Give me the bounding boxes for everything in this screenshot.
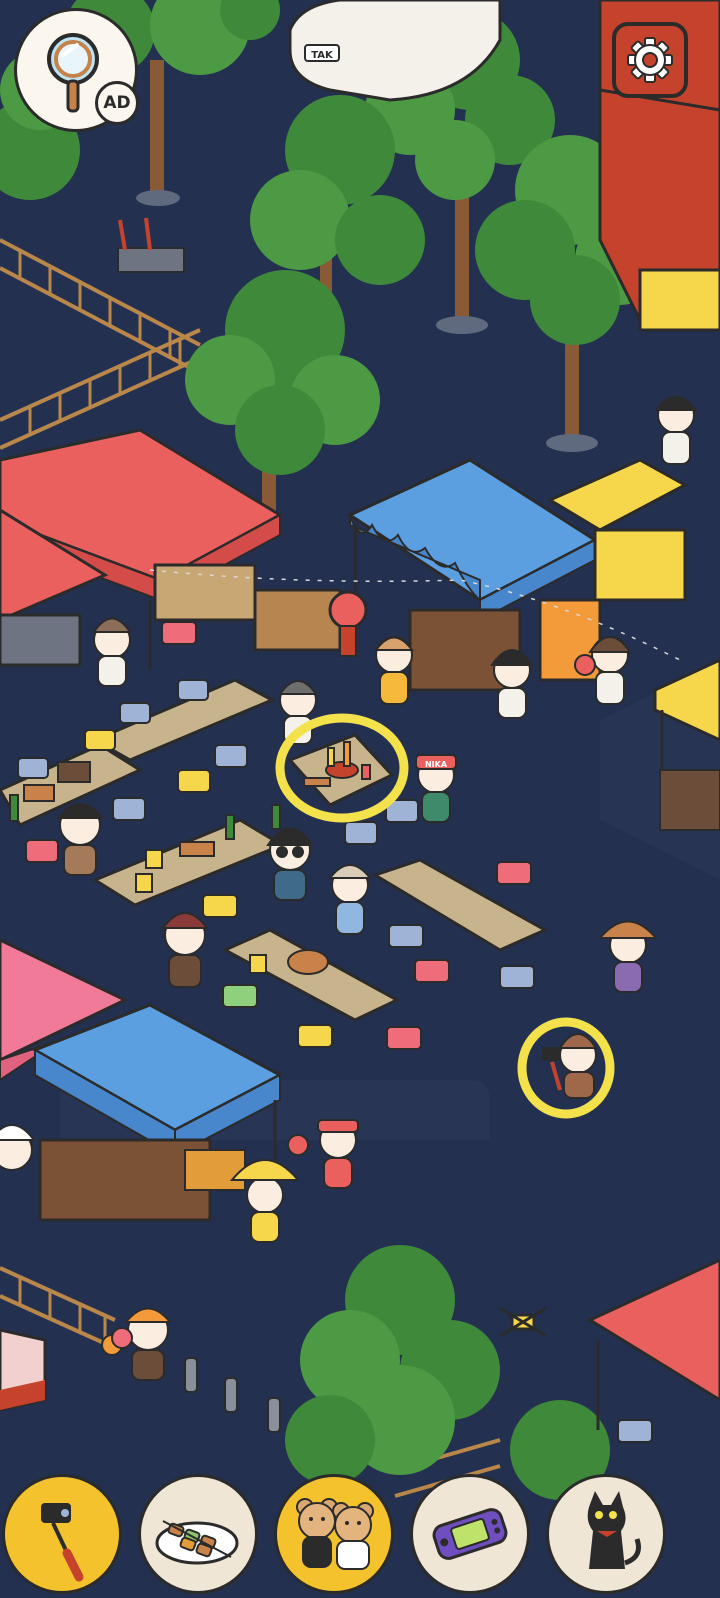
item-slot-black-cat[interactable] — [546, 1474, 666, 1594]
night-market-scene[interactable]: TAK NIKA — [0, 0, 720, 1598]
item-slot-teddy-bears[interactable] — [274, 1474, 394, 1594]
item-tray — [0, 1456, 720, 1598]
person — [266, 827, 314, 901]
ad-badge: AD — [95, 81, 139, 125]
item-slot-grilled-skewers[interactable] — [138, 1474, 258, 1594]
grill-counter — [0, 613, 82, 667]
wooden-crate-stall — [253, 588, 342, 652]
person — [92, 617, 132, 687]
game-screen: TAK NIKA AD — [0, 0, 720, 1598]
grilled-skewers-icon — [155, 1520, 239, 1565]
item-slot-handheld-console[interactable] — [410, 1474, 530, 1594]
hint-button[interactable]: AD — [14, 8, 139, 132]
person — [558, 1033, 598, 1099]
settings-button[interactable] — [612, 22, 688, 98]
person — [123, 1307, 173, 1381]
drinks-counter — [153, 563, 257, 622]
crates — [184, 1149, 246, 1191]
teddy-bear-couple-icon — [296, 1498, 374, 1570]
handheld-console-icon — [432, 1508, 508, 1560]
black-cat-icon — [587, 1491, 641, 1569]
item-slot-selfie-stick[interactable] — [2, 1474, 122, 1594]
ad-badge-text: AD — [103, 93, 131, 113]
selfie-stick-icon — [41, 1503, 84, 1582]
barrier — [0, 1328, 47, 1412]
car-plate: TAK — [311, 50, 334, 61]
cap-text: NIKA — [425, 760, 448, 769]
gear-icon — [627, 37, 673, 83]
